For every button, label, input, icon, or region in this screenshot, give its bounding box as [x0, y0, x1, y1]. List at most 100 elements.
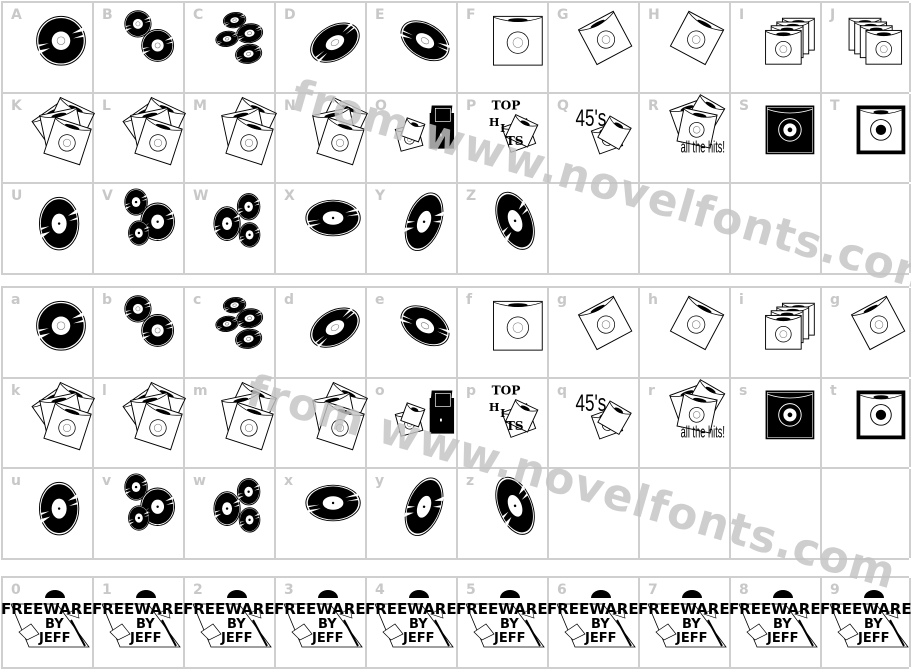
- sleeve-rotated-right-icon: [665, 292, 731, 352]
- glyph-cell-empty: [822, 469, 911, 558]
- record-round-icon: [28, 292, 94, 352]
- sleeve-pile-icon: [119, 381, 186, 450]
- glyph-cell-s: s: [731, 378, 822, 467]
- four-records-icon: [210, 7, 276, 67]
- glyph-cell-b: b: [94, 288, 185, 377]
- sleeve-square-icon: [483, 292, 549, 352]
- glyph-cell-e: e: [367, 288, 458, 377]
- glyph-key-label: g: [557, 292, 568, 308]
- glyph-cell-Q: Q 45's: [549, 93, 640, 182]
- sleeve-square-icon: [483, 7, 549, 67]
- svg-text:JEFF: JEFF: [38, 631, 70, 646]
- four-records-icon: [210, 292, 276, 352]
- svg-text:FREEWARE: FREEWARE: [547, 600, 639, 618]
- svg-text:FREEWARE: FREEWARE: [365, 600, 457, 618]
- glyph-key-label: W: [193, 188, 209, 204]
- uppercase-section: A B C D E F G H I J K L M N O P TOP H I TS Q 45's Rall the hit…: [1, 1, 911, 275]
- glyph-key-label: T: [830, 97, 840, 114]
- record-box-icon: [392, 98, 458, 158]
- record-round-icon: [28, 7, 94, 67]
- glyph-key-label: N: [284, 97, 296, 114]
- glyph-key-label: s: [739, 382, 748, 399]
- glyph-key-label: t: [830, 382, 837, 399]
- glyph-row: U V W X Y Z: [3, 184, 911, 275]
- glyph-key-label: r: [648, 382, 655, 399]
- svg-text:BY: BY: [318, 617, 337, 632]
- glyph-cell-k: k: [3, 378, 95, 467]
- glyph-cell-g: g: [822, 288, 911, 377]
- svg-text:FREEWARE: FREEWARE: [274, 600, 366, 618]
- glyph-cell-3: 3 FREEWARE BY JEFF: [274, 578, 367, 667]
- glyph-key-label: J: [830, 7, 836, 23]
- glyph-row: k l m o p TOP H I TS q 45's r all the hits! s t: [3, 378, 911, 469]
- record-box-icon: [392, 383, 458, 443]
- framed-record-dark-icon: [756, 98, 822, 158]
- glyph-key-label: f: [466, 292, 473, 308]
- glyph-key-label: E: [375, 7, 385, 23]
- glyph-cell-E: E: [367, 3, 458, 92]
- sleeve-pile-icon: [119, 96, 186, 165]
- glyph-cell-C: C: [185, 3, 276, 92]
- sleeve-rotated-left-icon: [574, 292, 640, 352]
- glyph-cell-q: q 45's: [549, 378, 640, 467]
- record-tilt-right-icon: [301, 7, 367, 67]
- glyph-cell-empty: [276, 378, 368, 467]
- glyph-cell-empty: [731, 184, 822, 273]
- svg-text:BY: BY: [409, 617, 428, 632]
- glyph-cell-I: I: [731, 3, 822, 92]
- record-flat-icon: [301, 473, 367, 533]
- 45s-icon: 45's: [574, 383, 640, 443]
- glyph-cell-p: p TOP H I TS: [458, 378, 549, 467]
- glyph-cell-J: J: [822, 3, 911, 92]
- svg-text:TS: TS: [506, 418, 524, 432]
- freeware-banner-icon: FREEWARE BY JEFF: [363, 590, 463, 648]
- svg-text:FREEWARE: FREEWARE: [1, 600, 93, 618]
- two-records-icon: [119, 7, 185, 67]
- record-oval-vertical-icon: [28, 188, 94, 251]
- glyph-cell-a: a: [3, 288, 94, 377]
- svg-text:JEFF: JEFF: [857, 631, 889, 646]
- record-oval-tilt-left-icon: [483, 473, 549, 535]
- glyph-key-label: o: [375, 382, 385, 399]
- glyph-key-label: C: [193, 7, 204, 23]
- sleeve-stack-left-icon: [756, 292, 822, 352]
- glyph-cell-F: F: [458, 3, 549, 92]
- glyph-key-label: c: [193, 292, 202, 308]
- sleeve-rotated-left-icon: [847, 292, 911, 352]
- glyph-key-label: i: [739, 292, 744, 308]
- svg-text:JEFF: JEFF: [493, 631, 525, 646]
- glyph-key-label: p: [466, 382, 477, 399]
- three-records-v-icon: [119, 473, 185, 533]
- glyph-cell-K: K: [3, 93, 95, 182]
- glyph-cell-U: U: [3, 184, 94, 273]
- svg-text:BY: BY: [773, 617, 792, 632]
- glyph-cell-t: t: [822, 378, 911, 467]
- svg-text:all the hits!: all the hits!: [681, 422, 725, 441]
- glyph-key-label: S: [739, 97, 750, 114]
- glyph-key-label: q: [557, 382, 568, 399]
- glyph-cell-i: i: [731, 288, 822, 377]
- freeware-banner-icon: FREEWARE BY JEFF: [636, 590, 736, 648]
- three-records-v-icon: [119, 188, 185, 248]
- record-oval-tilt-left-icon: [483, 188, 549, 250]
- 45s-icon: 45's: [574, 98, 640, 158]
- sleeve-pile-icon: [28, 96, 95, 165]
- glyph-cell-A: A: [3, 3, 94, 92]
- sleeve-rotated-left-icon: [574, 7, 640, 67]
- glyph-cell-g: g: [549, 288, 640, 377]
- sleeve-pile-two-icon: [210, 381, 277, 450]
- sleeve-pile-two-icon: [301, 96, 368, 165]
- svg-text:JEFF: JEFF: [220, 631, 252, 646]
- glyph-cell-6: 6 FREEWARE BY JEFF: [547, 578, 640, 667]
- glyph-key-label: I: [739, 7, 745, 23]
- glyph-cell-N: N: [276, 93, 368, 182]
- glyph-row: K L M N O P TOP H I TS Q 45's Rall the hits! S T: [3, 93, 911, 184]
- svg-text:all the hits!: all the hits!: [681, 137, 725, 156]
- glyph-row: 0 FREEWARE BY JEFF 1 FREEWARE BY JEFF 2 FREEWARE B…: [1, 578, 911, 669]
- glyph-row: A B C D E F G H I J: [3, 3, 911, 94]
- glyph-key-label: d: [284, 292, 295, 308]
- glyph-cell-empty: [640, 184, 731, 273]
- glyph-cell-f: f: [458, 288, 549, 377]
- svg-text:BY: BY: [227, 617, 246, 632]
- glyph-key-label: V: [102, 188, 113, 204]
